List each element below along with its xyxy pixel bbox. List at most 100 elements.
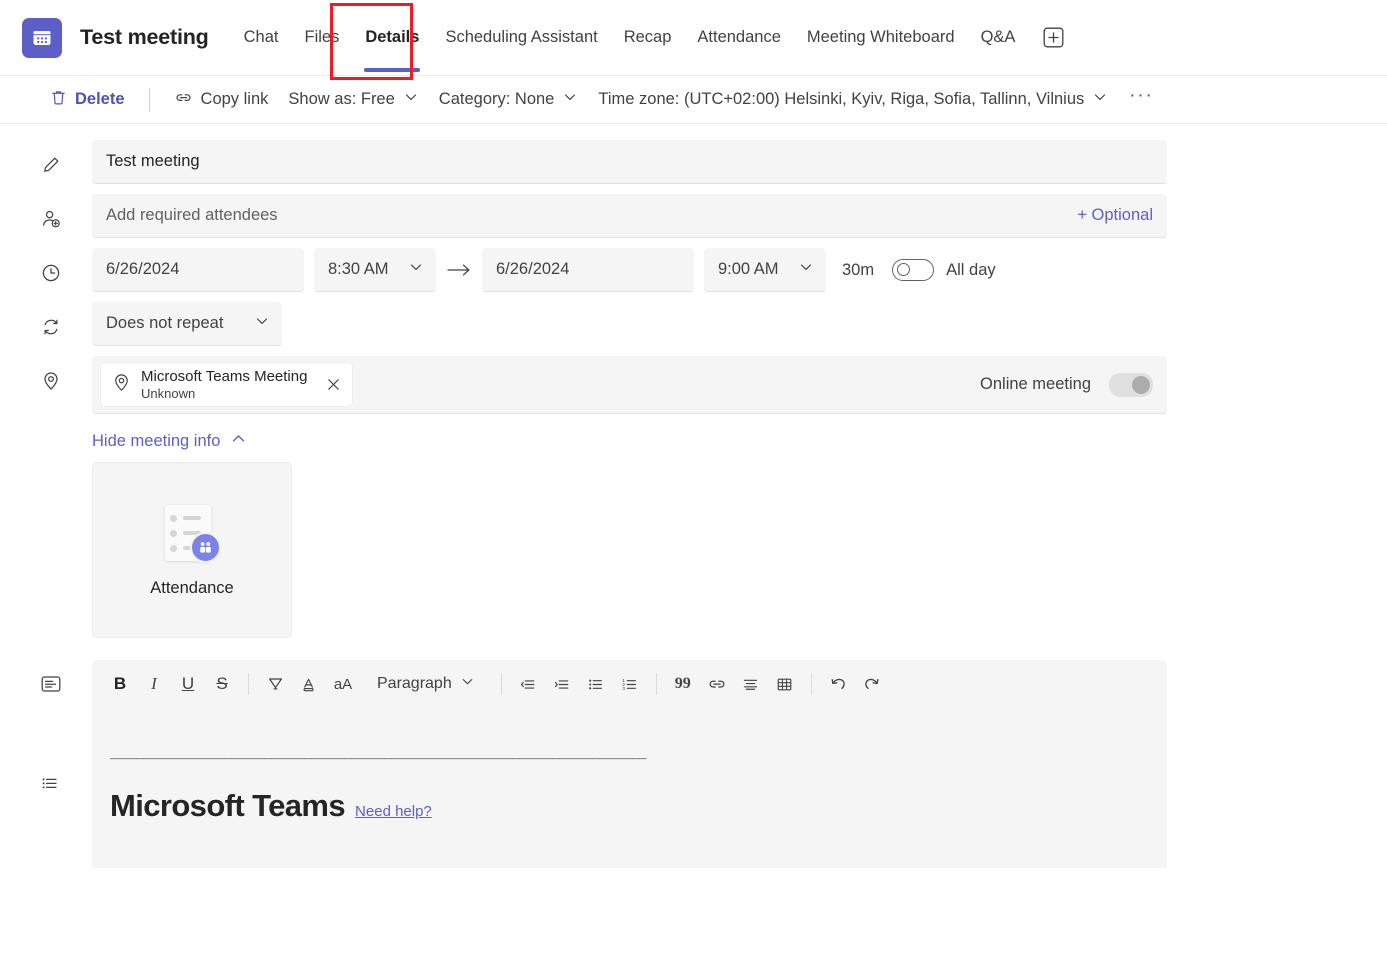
chevron-down-icon [562,89,578,110]
add-optional-attendees-button[interactable]: + Optional [1077,206,1153,225]
location-row: Microsoft Teams Meeting Unknown Online m… [0,356,1387,414]
category-dropdown[interactable]: Category: None [429,84,589,115]
toolbar-divider [501,673,502,695]
tab-details[interactable]: Details [352,0,432,76]
description-editor-row: B I U S aA Paragraph [0,660,1387,868]
chevron-down-icon [408,259,424,280]
toolbar-divider [811,673,812,695]
attendance-app-label: Attendance [150,579,233,598]
clock-icon [40,248,92,284]
strikethrough-button[interactable]: S [206,668,238,700]
add-person-icon [40,194,92,230]
align-button[interactable] [735,668,767,700]
hide-meeting-info-button[interactable]: Hide meeting info [92,430,1387,452]
tab-recap-label: Recap [624,28,672,47]
location-chip[interactable]: Microsoft Teams Meeting Unknown [101,363,352,406]
attendance-app-card[interactable]: Attendance [92,462,292,638]
toolbar-divider [656,673,657,695]
online-meeting-toggle[interactable] [1109,373,1153,397]
timezone-dropdown[interactable]: Time zone: (UTC+02:00) Helsinki, Kyiv, R… [588,84,1118,115]
end-date-value: 6/26/2024 [496,260,569,279]
online-meeting-group: Online meeting [980,373,1153,397]
more-options-button[interactable]: ··· [1126,85,1156,115]
copy-link-button[interactable]: Copy link [164,83,279,117]
tab-scheduling-assistant[interactable]: Scheduling Assistant [432,0,610,76]
font-size-button[interactable]: aA [327,668,359,700]
tab-meeting-whiteboard-label: Meeting Whiteboard [807,28,955,47]
font-color-button[interactable] [293,668,325,700]
insert-link-button[interactable] [701,668,733,700]
tab-files-label: Files [304,28,339,47]
trash-icon [50,89,67,111]
tab-recap[interactable]: Recap [611,0,685,76]
end-date-input[interactable]: 6/26/2024 [482,248,694,292]
bulleted-list-button[interactable] [580,668,612,700]
all-day-label: All day [946,261,996,280]
start-date-input[interactable]: 6/26/2024 [92,248,304,292]
chevron-down-icon [460,674,475,694]
delete-label: Delete [75,90,125,109]
recurrence-dropdown[interactable]: Does not repeat [92,302,282,346]
teams-join-heading: Microsoft Teams Need help? [110,788,1149,824]
people-badge-icon [190,532,221,563]
paragraph-style-dropdown[interactable]: Paragraph [367,668,485,700]
meeting-form: Test meeting Add required attendees + Op… [0,124,1387,868]
title-row: Test meeting [0,140,1387,184]
link-icon [174,88,193,112]
pencil-icon [40,140,92,176]
chevron-down-icon [1092,89,1108,110]
start-time-dropdown[interactable]: 8:30 AM [314,248,436,292]
attendees-row: Add required attendees + Optional [0,194,1387,238]
delete-button[interactable]: Delete [40,84,135,116]
tab-qanda[interactable]: Q&A [968,0,1029,76]
datetime-row: 6/26/2024 8:30 AM 6/26/2024 9:00 AM 30m [0,248,1387,292]
chevron-down-icon [254,313,270,334]
tab-files[interactable]: Files [291,0,352,76]
attendees-input[interactable]: Add required attendees + Optional [92,194,1167,238]
plus-box-icon[interactable] [1042,27,1064,49]
meeting-apps-row: Attendance [0,462,1387,638]
command-bar-divider [149,88,150,112]
highlight-button[interactable] [259,668,291,700]
tab-qanda-label: Q&A [981,28,1016,47]
copy-link-label: Copy link [201,90,269,109]
teams-join-heading-text: Microsoft Teams [110,788,345,824]
all-day-toggle[interactable] [892,259,934,281]
italic-button[interactable]: I [138,668,170,700]
teams-calendar-icon [22,18,62,58]
toolbar-divider [248,673,249,695]
meeting-title-input[interactable]: Test meeting [92,140,1167,184]
description-editor-body[interactable]: ________________________________________… [92,708,1167,868]
decrease-indent-button[interactable] [512,668,544,700]
close-icon[interactable] [322,374,344,396]
hide-meeting-info-label: Hide meeting info [92,432,220,451]
paragraph-style-label: Paragraph [377,675,452,693]
chevron-down-icon [403,89,419,110]
end-time-dropdown[interactable]: 9:00 AM [704,248,826,292]
redo-button[interactable] [856,668,888,700]
insert-table-button[interactable] [769,668,801,700]
description-editor: B I U S aA Paragraph [92,660,1167,868]
attendees-placeholder: Add required attendees [106,206,278,225]
tab-meeting-whiteboard[interactable]: Meeting Whiteboard [794,0,968,76]
end-time-value: 9:00 AM [718,260,779,279]
location-chip-title: Microsoft Teams Meeting [141,368,307,386]
start-date-value: 6/26/2024 [106,260,179,279]
online-meeting-toggle-knob [1132,376,1150,394]
need-help-link[interactable]: Need help? [355,803,432,820]
quote-button[interactable]: 99 [667,668,699,700]
underline-button[interactable]: U [172,668,204,700]
numbered-list-button[interactable]: 123 [614,668,646,700]
location-input[interactable]: Microsoft Teams Meeting Unknown Online m… [92,356,1167,414]
show-as-dropdown[interactable]: Show as: Free [278,84,428,115]
tab-details-label: Details [365,28,419,47]
bold-button[interactable]: B [104,668,136,700]
location-chip-subtitle: Unknown [141,386,307,401]
timezone-label: Time zone: (UTC+02:00) Helsinki, Kyiv, R… [598,90,1084,109]
tab-scheduling-assistant-label: Scheduling Assistant [445,28,597,47]
tab-chat[interactable]: Chat [231,0,292,76]
undo-button[interactable] [822,668,854,700]
tab-attendance[interactable]: Attendance [684,0,793,76]
increase-indent-button[interactable] [546,668,578,700]
chevron-down-icon [798,259,814,280]
